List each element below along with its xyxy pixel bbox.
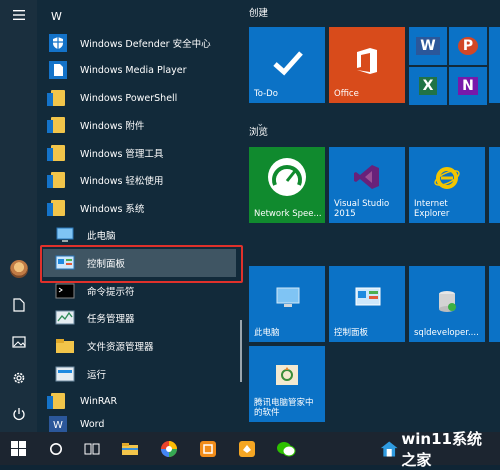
scrollbar[interactable] (240, 320, 242, 382)
app-item-windows-media-player[interactable]: Windows Media Player (48, 57, 276, 83)
speedometer-icon (268, 158, 306, 196)
command-prompt-icon (55, 282, 75, 300)
tile-office[interactable]: Office (329, 27, 405, 103)
app-item-windows-defender[interactable]: Windows Defender 安全中心 (48, 30, 276, 56)
computer-icon (55, 226, 75, 244)
tile-partial-3[interactable] (489, 266, 500, 342)
group-title-browse[interactable]: 浏览 (249, 124, 268, 138)
internet-explorer-icon (434, 167, 460, 189)
shield-icon (48, 33, 68, 53)
task-view-icon[interactable] (76, 432, 108, 465)
file-explorer-icon[interactable] (114, 432, 146, 465)
control-panel-icon (355, 287, 381, 306)
tile-internet-explorer[interactable]: Internet Explorer (409, 147, 485, 223)
tile-word[interactable]: W (409, 27, 447, 65)
folder-icon (47, 143, 68, 163)
app-item-word[interactable]: W Word (48, 416, 276, 432)
folder-icon (47, 391, 68, 411)
word-icon: W (416, 37, 440, 55)
orange-app-icon[interactable] (192, 432, 224, 465)
start-menu: W Windows Defender 安全中心 Windows Media Pl… (0, 0, 500, 469)
tile-sqldeveloper[interactable]: sqldeveloper.... (409, 266, 485, 342)
watermark: win11系统之家 (380, 430, 500, 469)
office-logo-icon (357, 48, 377, 74)
tile-visual-studio[interactable]: Visual Studio 2015 (329, 147, 405, 223)
app-item-windows-accessories[interactable]: Windows 附件 ⌄ (47, 112, 276, 138)
onenote-icon: N (458, 77, 478, 95)
wechat-icon[interactable] (270, 432, 302, 465)
pictures-icon[interactable] (0, 327, 37, 357)
tile-todo[interactable]: To-Do (249, 27, 325, 103)
tile-this-pc[interactable]: 此电脑 (249, 266, 325, 342)
settings-gear-icon[interactable] (0, 363, 37, 393)
section-letter[interactable]: W (51, 10, 62, 23)
group-title-create[interactable]: 创建 (249, 5, 268, 19)
visual-studio-icon (354, 165, 379, 189)
tile-partial-browse[interactable] (489, 147, 500, 223)
task-manager-icon (55, 309, 75, 327)
house-logo-icon (380, 440, 398, 457)
word-icon: W (48, 416, 68, 432)
app-item-windows-system[interactable]: Windows 系统 ⌃ (47, 195, 276, 221)
windows-start-icon[interactable] (0, 432, 37, 465)
recycle-box-icon (276, 365, 298, 385)
app-item-windows-admin-tools[interactable]: Windows 管理工具 ⌄ (47, 140, 276, 166)
app-item-windows-powershell[interactable]: Windows PowerShell ⌄ (47, 85, 276, 111)
orange-square-app-icon[interactable] (231, 432, 263, 465)
user-avatar[interactable] (0, 254, 37, 284)
tile-partial-create[interactable] (489, 27, 500, 103)
app-item-winrar[interactable]: WinRAR ⌄ (47, 388, 276, 414)
highlight-red-box (40, 245, 243, 283)
document-icon (48, 60, 68, 80)
tile-powerpoint[interactable]: P (449, 27, 487, 65)
color-wheel-app-icon[interactable] (153, 432, 185, 465)
tile-network-speed[interactable]: Network Spee... (249, 147, 325, 223)
folder-icon (47, 115, 68, 135)
tile-onenote[interactable]: N (449, 67, 487, 105)
folder-icon (47, 198, 68, 218)
power-icon[interactable] (0, 399, 37, 429)
excel-icon: X (418, 77, 438, 95)
left-rail (0, 0, 37, 432)
search-circle-icon[interactable] (40, 432, 72, 465)
folder-icon (47, 170, 68, 190)
run-icon (55, 365, 75, 383)
folder-icon (47, 88, 68, 108)
svg-text:W: W (53, 420, 63, 431)
computer-icon (276, 287, 300, 307)
tile-excel[interactable]: X (409, 67, 447, 105)
tile-control-panel[interactable]: 控制面板 (329, 266, 405, 342)
tile-software-manager[interactable]: 腾讯电脑管家中 的软件 (249, 346, 325, 422)
checkmark-icon (273, 51, 303, 76)
database-icon (439, 291, 456, 312)
hamburger-menu-icon[interactable] (0, 0, 37, 30)
document-icon[interactable] (0, 290, 37, 320)
file-explorer-icon (55, 337, 75, 355)
powerpoint-icon: P (457, 37, 479, 55)
app-item-windows-ease-of-access[interactable]: Windows 轻松使用 ⌄ (47, 167, 276, 193)
